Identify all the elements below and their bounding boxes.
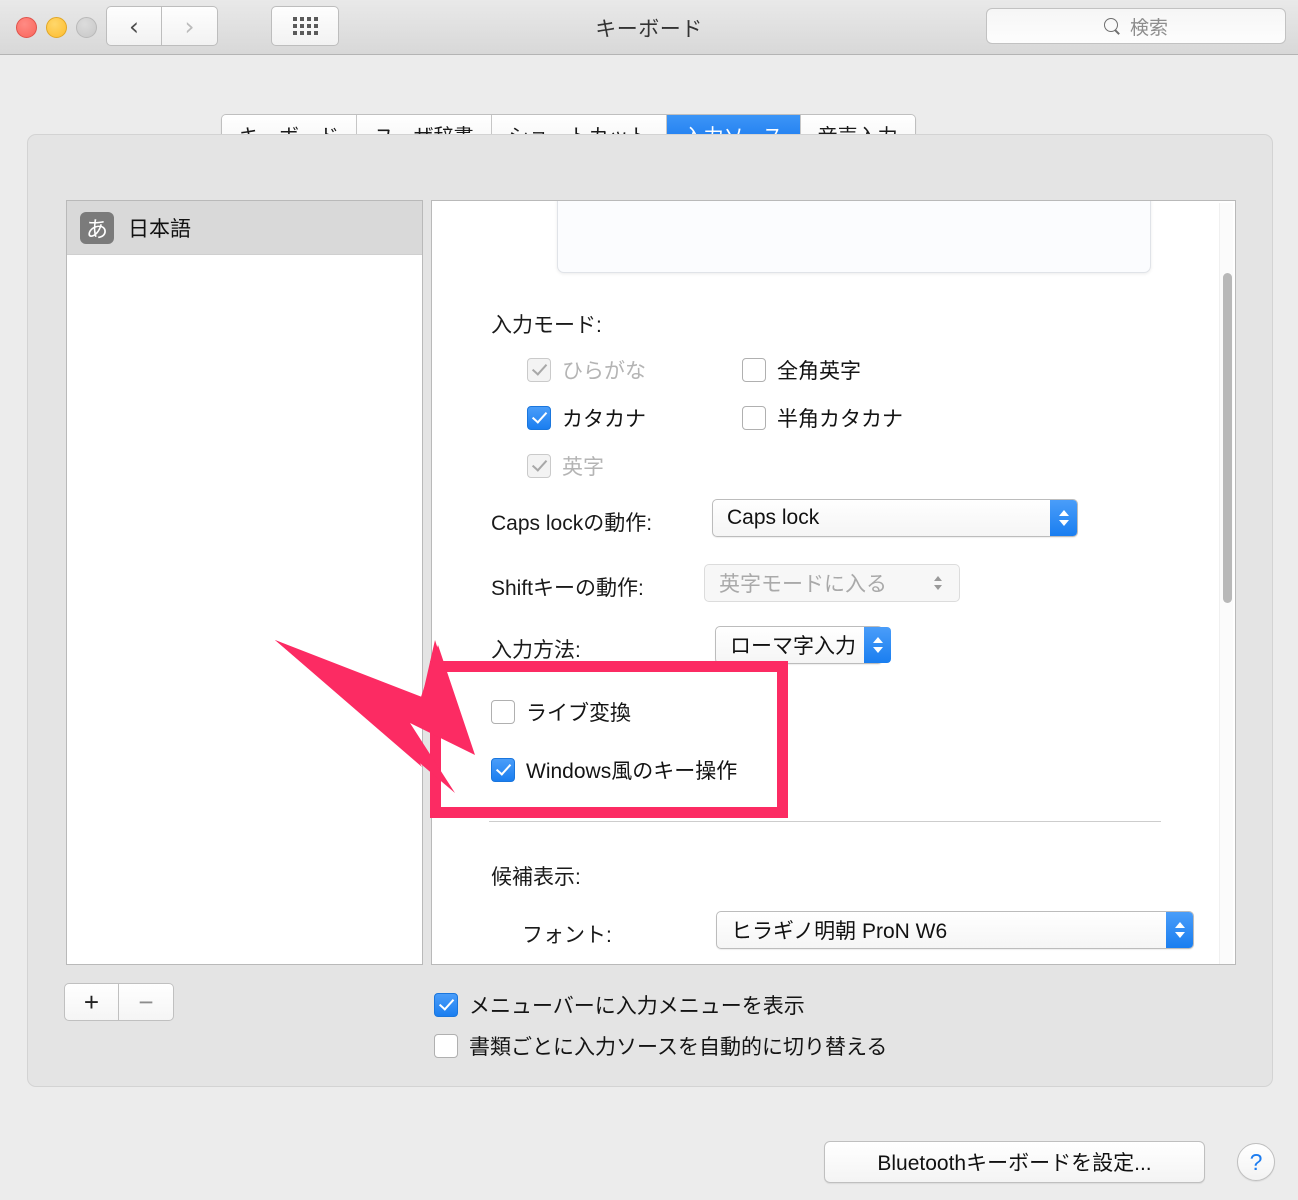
checkbox-show-input-menu-label: メニューバーに入力メニューを表示	[469, 995, 805, 1018]
setup-bluetooth-keyboard-button[interactable]: Bluetoothキーボードを設定...	[824, 1141, 1205, 1183]
shift-key-label: Shiftキーの動作:	[491, 577, 644, 600]
checkbox-hiragana-label: ひらがな	[562, 360, 646, 383]
checkbox-fullwidth-roman[interactable]: 全角英字	[742, 355, 861, 385]
input-sources-list[interactable]: あ 日本語	[66, 200, 423, 965]
detail-scrollbar-thumb[interactable]	[1223, 273, 1232, 603]
remove-input-source-button[interactable]: −	[119, 983, 174, 1021]
page-title: キーボード	[595, 17, 703, 41]
add-remove-source-buttons: + −	[64, 983, 174, 1021]
input-method-label: 入力方法:	[491, 639, 581, 662]
caps-lock-value: Caps lock	[727, 506, 820, 529]
checkbox-windows-style-keys[interactable]: Windows風のキー操作	[491, 755, 737, 785]
input-method-value: ローマ字入力	[730, 635, 856, 658]
shift-key-popup: 英字モードに入る	[704, 564, 960, 602]
caps-lock-popup[interactable]: Caps lock	[712, 499, 1078, 537]
help-button[interactable]: ?	[1237, 1143, 1275, 1181]
checkbox-show-input-menu-box[interactable]	[434, 993, 458, 1017]
add-input-source-button[interactable]: +	[64, 983, 119, 1021]
checkbox-roman: 英字	[527, 451, 604, 481]
caps-lock-stepper-icon[interactable]	[1050, 500, 1077, 536]
section-divider	[489, 821, 1161, 822]
input-mode-heading: 入力モード:	[491, 314, 602, 337]
checkbox-live-conversion-label: ライブ変換	[526, 702, 631, 725]
input-source-label: 日本語	[128, 217, 191, 241]
checkbox-auto-switch-per-document-label: 書類ごとに入力ソースを自動的に切り替える	[469, 1036, 888, 1059]
font-value: ヒラギノ明朝 ProN W6	[731, 920, 948, 943]
preferences-panel: あ 日本語 z x c v b n m , . / _	[27, 134, 1273, 1087]
search-field[interactable]: 検索	[986, 8, 1286, 44]
caps-lock-label: Caps lockの動作:	[491, 512, 653, 535]
input-source-badge-icon: あ	[80, 211, 114, 244]
checkbox-live-conversion[interactable]: ライブ変換	[491, 697, 631, 727]
font-label: フォント:	[522, 924, 612, 947]
checkbox-katakana[interactable]: カタカナ	[527, 403, 646, 433]
shift-key-stepper-icon	[924, 565, 951, 601]
checkbox-halfwidth-katakana-box[interactable]	[742, 406, 766, 430]
checkbox-auto-switch-per-document-box[interactable]	[434, 1034, 458, 1058]
checkbox-halfwidth-katakana-label: 半角カタカナ	[777, 408, 903, 431]
checkbox-windows-style-keys-label: Windows風のキー操作	[526, 760, 738, 783]
window-titlebar: ‹ › キーボード 検索	[0, 0, 1298, 55]
checkbox-hiragana-box	[527, 358, 551, 382]
detail-scrollbar-track[interactable]	[1219, 203, 1233, 964]
search-icon	[1103, 17, 1121, 35]
list-item[interactable]: あ 日本語	[67, 201, 422, 255]
checkbox-hiragana: ひらがな	[527, 355, 646, 385]
checkbox-show-input-menu[interactable]: メニューバーに入力メニューを表示	[434, 990, 805, 1020]
checkbox-roman-label: 英字	[562, 456, 604, 479]
checkbox-katakana-label: カタカナ	[562, 408, 646, 431]
shift-key-value: 英字モードに入る	[719, 573, 887, 596]
checkbox-live-conversion-box[interactable]	[491, 700, 515, 724]
candidates-heading: 候補表示:	[491, 866, 581, 889]
checkbox-windows-style-keys-box[interactable]	[491, 758, 515, 782]
input-source-detail-pane: z x c v b n m , . / _	[431, 200, 1236, 965]
checkbox-auto-switch-per-document[interactable]: 書類ごとに入力ソースを自動的に切り替える	[434, 1031, 887, 1061]
checkbox-katakana-box[interactable]	[527, 406, 551, 430]
input-method-popup[interactable]: ローマ字入力	[715, 626, 891, 664]
keyboard-layout-preview: z x c v b n m , . / _	[557, 201, 1151, 273]
checkbox-halfwidth-katakana[interactable]: 半角カタカナ	[742, 403, 903, 433]
checkbox-fullwidth-roman-box[interactable]	[742, 358, 766, 382]
font-popup[interactable]: ヒラギノ明朝 ProN W6	[716, 911, 1194, 949]
checkbox-roman-box	[527, 454, 551, 478]
search-input[interactable]: 検索	[1130, 13, 1168, 40]
checkbox-fullwidth-roman-label: 全角英字	[777, 360, 861, 383]
input-method-stepper-icon[interactable]	[864, 627, 891, 663]
font-stepper-icon[interactable]	[1166, 912, 1193, 948]
